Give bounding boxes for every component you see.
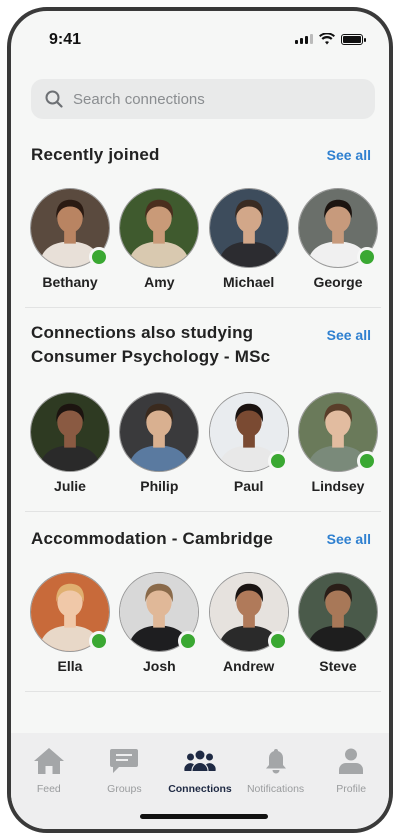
section-divider xyxy=(25,307,381,308)
avatar-photo xyxy=(298,573,377,651)
tab-feed[interactable]: Feed xyxy=(13,747,85,829)
bell-icon xyxy=(265,749,286,774)
avatar-wrap xyxy=(119,188,200,268)
avatar-photo xyxy=(209,189,288,267)
people-row-consumer-psychology: Julie Philip Paul Lindsey xyxy=(29,392,379,494)
person-name: Ella xyxy=(57,658,83,674)
person-name: Lindsey xyxy=(311,478,365,494)
avatar xyxy=(30,392,110,472)
phone-frame: 9:41 Recently joined See all Bethany Amy M… xyxy=(7,7,393,833)
people-row-accommodation: Ella Josh Andrew Steve xyxy=(29,572,379,674)
avatar-photo xyxy=(31,393,109,471)
person-card-bethany[interactable]: Bethany xyxy=(29,188,111,290)
person-name: Julie xyxy=(54,478,86,494)
signal-icon xyxy=(295,34,313,44)
tab-label: Feed xyxy=(36,783,61,795)
people-icon xyxy=(184,750,216,771)
section-title-accommodation: Accommodation - Cambridge xyxy=(31,529,274,548)
status-icons xyxy=(295,33,366,45)
person-card-michael[interactable]: Michael xyxy=(208,188,290,290)
avatar-wrap xyxy=(119,392,200,472)
person-name: Bethany xyxy=(42,274,98,290)
avatar xyxy=(119,188,200,268)
avatar-wrap xyxy=(30,188,110,268)
wifi-icon xyxy=(319,33,335,45)
online-status-dot xyxy=(178,631,199,651)
avatar-wrap xyxy=(30,572,110,652)
avatar-wrap xyxy=(297,572,378,652)
see-all-recently-joined[interactable]: See all xyxy=(327,147,371,163)
person-icon xyxy=(339,748,364,774)
status-bar: 9:41 xyxy=(11,11,389,63)
person-name: Michael xyxy=(222,274,275,290)
avatar xyxy=(119,392,200,472)
avatar-wrap xyxy=(208,572,289,652)
tab-label: Connections xyxy=(168,783,232,795)
person-card-paul[interactable]: Paul xyxy=(208,392,290,494)
tab-label: Groups xyxy=(107,783,142,795)
tab-label: Profile xyxy=(336,783,367,795)
avatar-wrap xyxy=(208,188,289,268)
person-name: Steve xyxy=(319,658,357,674)
avatar-wrap xyxy=(297,188,378,268)
search-input[interactable] xyxy=(73,90,343,108)
tab-label: Notifications xyxy=(246,783,305,795)
people-row-recently-joined: Bethany Amy Michael George xyxy=(29,188,379,290)
tab-bar: Feed Groups Connections Notifications Pr… xyxy=(11,733,389,829)
person-card-andrew[interactable]: Andrew xyxy=(208,572,290,674)
person-card-philip[interactable]: Philip xyxy=(118,392,200,494)
person-name: Paul xyxy=(233,478,264,494)
person-card-amy[interactable]: Amy xyxy=(118,188,200,290)
see-all-consumer-psychology[interactable]: See all xyxy=(327,327,371,343)
section-title-line-2: Consumer Psychology - MSc xyxy=(31,347,271,366)
person-name: Josh xyxy=(142,658,176,674)
section-divider xyxy=(25,511,381,512)
online-status-dot xyxy=(267,451,288,471)
see-all-accommodation[interactable]: See all xyxy=(327,531,371,547)
person-name: Philip xyxy=(140,478,179,494)
online-status-dot xyxy=(356,451,377,471)
home-indicator[interactable] xyxy=(140,814,268,819)
avatar-wrap xyxy=(119,572,200,652)
person-name: Amy xyxy=(144,274,175,290)
battery-icon xyxy=(341,33,366,45)
person-card-lindsey[interactable]: Lindsey xyxy=(297,392,379,494)
section-title-consumer-psychology: Connections also studying Consumer Psych… xyxy=(31,321,270,369)
person-name: Andrew xyxy=(222,658,275,674)
search-bar[interactable] xyxy=(31,79,375,119)
person-name: George xyxy=(313,274,363,290)
section-title-line-1: Connections also studying xyxy=(31,323,254,342)
avatar xyxy=(297,572,378,652)
person-card-josh[interactable]: Josh xyxy=(118,572,200,674)
online-status-dot xyxy=(356,247,377,267)
section-title-recently-joined: Recently joined xyxy=(31,145,160,164)
avatar-photo xyxy=(120,393,199,471)
avatar-wrap xyxy=(297,392,378,472)
chat-icon xyxy=(110,749,139,773)
avatar xyxy=(208,188,289,268)
avatar-wrap xyxy=(30,392,110,472)
person-card-ella[interactable]: Ella xyxy=(29,572,111,674)
section-divider xyxy=(25,691,381,692)
search-icon xyxy=(45,90,63,108)
avatar-photo xyxy=(120,189,199,267)
status-time: 9:41 xyxy=(49,31,82,48)
tab-profile[interactable]: Profile xyxy=(315,747,387,829)
online-status-dot xyxy=(89,631,109,651)
person-card-steve[interactable]: Steve xyxy=(297,572,379,674)
person-card-george[interactable]: George xyxy=(297,188,379,290)
online-status-dot xyxy=(267,631,288,651)
avatar-wrap xyxy=(208,392,289,472)
online-status-dot xyxy=(89,247,109,267)
person-card-julie[interactable]: Julie xyxy=(29,392,111,494)
home-icon xyxy=(33,748,64,774)
